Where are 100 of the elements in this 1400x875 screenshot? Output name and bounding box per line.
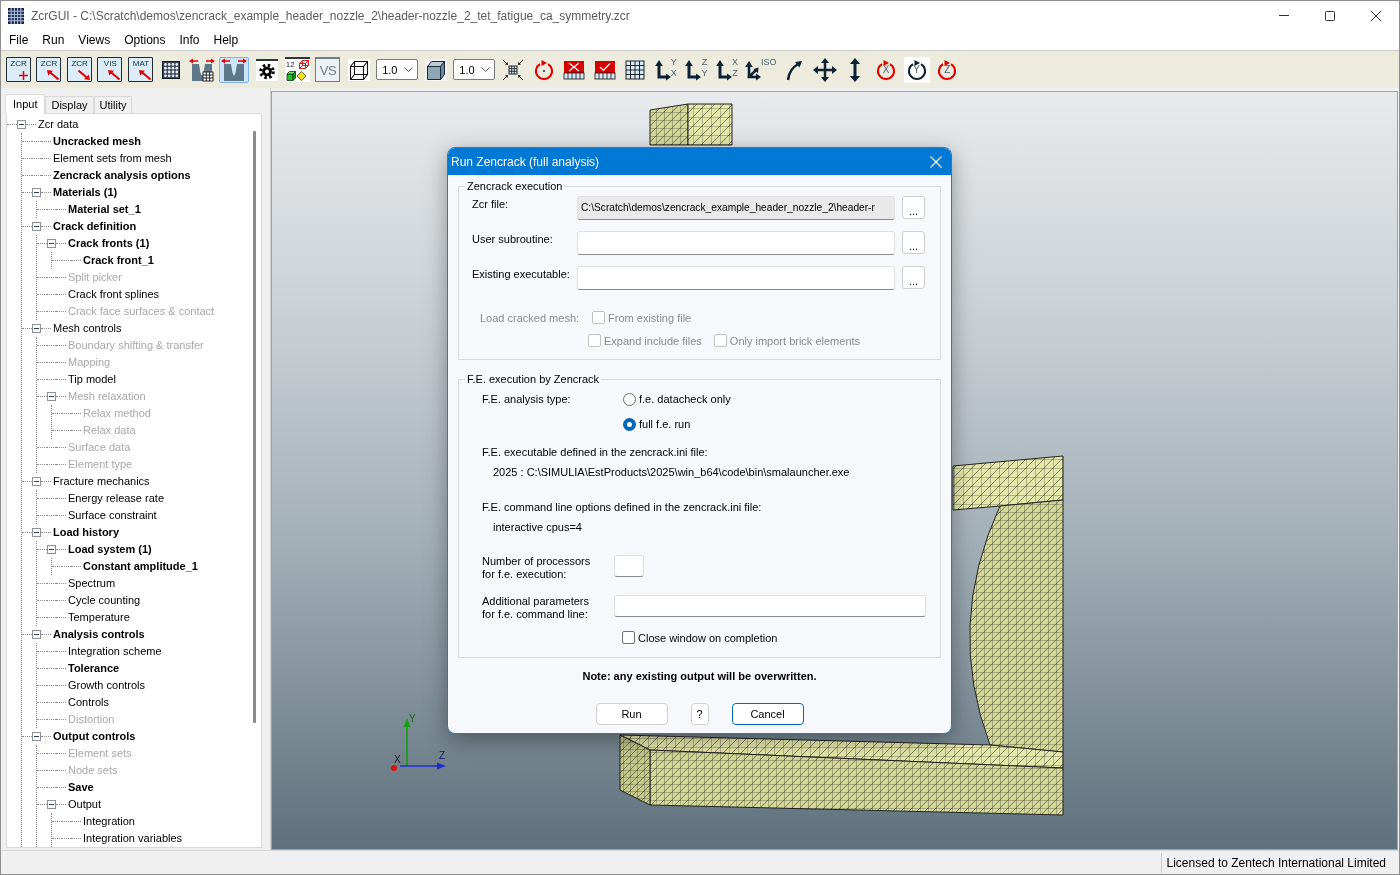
collapse-toggle[interactable]	[32, 222, 41, 231]
tree-item[interactable]: Growth controls	[66, 678, 148, 693]
rotate-axis-button[interactable]: Y	[903, 56, 930, 83]
nozzle-button[interactable]	[219, 56, 250, 83]
tab[interactable]: Display	[45, 96, 94, 114]
collapse-toggle[interactable]	[32, 188, 41, 197]
tree-item[interactable]: Controls	[66, 695, 111, 710]
radio-button[interactable]	[623, 392, 636, 406]
axes-view-button[interactable]: ISO	[744, 56, 777, 83]
document-button[interactable]: MAT	[127, 57, 153, 82]
tree-item[interactable]: Crack fronts (1)	[66, 236, 152, 251]
tree-item[interactable]: Cycle counting	[66, 593, 143, 608]
tree-item[interactable]: Constant amplitude_1	[81, 559, 200, 574]
dialog-button[interactable]: Run	[595, 703, 668, 725]
text-field[interactable]	[577, 231, 895, 255]
dialog-title: Run Zencrack (full analysis)	[451, 154, 600, 169]
value-dropdown[interactable]: 1.0	[376, 59, 419, 80]
tree-item[interactable]: Surface constraint	[66, 508, 159, 523]
browse-button[interactable]: ...	[902, 266, 925, 289]
axes-view-button[interactable]: Z Y	[683, 56, 710, 83]
collapse-toggle[interactable]	[32, 732, 41, 741]
menu-item[interactable]: Run	[35, 30, 72, 50]
collapse-toggle[interactable]	[32, 477, 41, 486]
menu-item[interactable]: Info	[172, 30, 207, 50]
field-label: User subroutine:	[472, 232, 554, 246]
cube-button[interactable]	[345, 56, 372, 83]
rotate-axis-button[interactable]: Z	[934, 56, 961, 83]
axes-icon	[685, 58, 702, 81]
tree-item[interactable]: Zcr data	[36, 117, 81, 132]
text-tile-button[interactable]: VS	[315, 57, 341, 82]
document-button[interactable]: ZCR	[36, 57, 62, 82]
text-field[interactable]	[577, 266, 895, 290]
browse-button[interactable]: ...	[902, 231, 925, 254]
document-button[interactable]: VIS	[97, 57, 123, 82]
browse-button[interactable]: ...	[902, 196, 925, 219]
curved-arrow-icon	[785, 58, 804, 81]
nozzle-button[interactable]	[188, 56, 215, 83]
tree-item[interactable]: Mesh controls	[51, 321, 124, 336]
collapse-toggle[interactable]	[32, 324, 41, 333]
document-button[interactable]: ZCR	[5, 57, 31, 82]
tree-item[interactable]: Save	[66, 780, 96, 795]
collapse-toggle[interactable]	[32, 528, 41, 537]
axes-view-button[interactable]: X Z	[714, 56, 741, 83]
tree-item[interactable]: Integration	[81, 814, 137, 829]
tree-item[interactable]: Crack front_1	[81, 253, 156, 268]
info-value: 2025 : C:\SIMULIA\EstProducts\2025\win_b64\code\bin\smalauncher.exe	[493, 465, 850, 480]
collapse-toggle[interactable]	[47, 239, 56, 248]
dialog-button[interactable]: Cancel	[731, 703, 804, 725]
group-title: Zencrack execution	[466, 179, 564, 193]
collapse-toggle[interactable]	[47, 545, 56, 554]
tree-item[interactable]: Zencrack analysis options	[51, 168, 193, 183]
tree-item[interactable]: Spectrum	[66, 576, 118, 591]
tree-item[interactable]: Energy release rate	[66, 491, 166, 506]
tree-item[interactable]: Crack definition	[51, 219, 139, 234]
tree-item[interactable]: Tip model	[66, 372, 118, 387]
status-text: Licensed to Zentech International Limited	[1160, 852, 1386, 873]
text-field[interactable]	[614, 595, 926, 617]
tree-item[interactable]: Tolerance	[66, 661, 122, 676]
file-path-field[interactable]: C:\Scratch\demos\zencrack_example_header_nozzle_2\header-r	[577, 196, 895, 220]
tree-item[interactable]: Load system (1)	[66, 542, 154, 557]
tree-item[interactable]: Integration variables	[81, 831, 185, 846]
menu-item[interactable]: Options	[117, 30, 173, 50]
tree-item[interactable]: Fracture mechanics	[51, 474, 152, 489]
settings-button[interactable]	[253, 56, 280, 83]
collapse-toggle[interactable]	[32, 630, 41, 639]
move-button[interactable]	[811, 56, 838, 83]
group-title: F.E. execution by Zencrack	[466, 372, 601, 386]
value-dropdown[interactable]: 1.0	[453, 59, 496, 80]
tab[interactable]: Input	[5, 94, 46, 114]
tree-item[interactable]: Uncracked mesh	[51, 134, 144, 149]
grid-icon	[625, 59, 646, 80]
axes-view-button[interactable]: Y X	[652, 56, 679, 83]
tree-item[interactable]: Output	[66, 797, 104, 812]
tree-item[interactable]: Element sets from mesh	[51, 151, 174, 166]
axes-icon	[654, 58, 671, 81]
menu-item[interactable]: Views	[71, 30, 118, 50]
numbering-button[interactable]: 12	[284, 57, 310, 82]
checkbox[interactable]	[622, 631, 635, 644]
field-label: Additional parameters for f.e. command line:	[482, 595, 590, 621]
tree-item[interactable]: Crack front splines	[66, 287, 162, 302]
tab[interactable]: Utility	[93, 96, 133, 114]
collapse-toggle[interactable]	[47, 800, 56, 809]
rotate-axis-button[interactable]: X	[873, 56, 900, 83]
tree-item[interactable]: Analysis controls	[51, 627, 147, 642]
tree-item[interactable]: Integration scheme	[66, 644, 164, 659]
menu-item[interactable]: Help	[206, 30, 246, 50]
tree-item[interactable]: Load history	[51, 525, 121, 540]
tree-item[interactable]: Materials (1)	[51, 185, 120, 200]
document-button[interactable]: ZCR	[66, 57, 92, 82]
cube-button[interactable]	[422, 56, 449, 83]
tree-item[interactable]: Material set_1	[66, 202, 143, 217]
number-field[interactable]	[614, 555, 644, 577]
tree-item[interactable]: Temperature	[66, 610, 132, 625]
menu-item[interactable]: File	[2, 30, 36, 50]
collapse-toggle[interactable]	[17, 120, 26, 129]
dialog-button[interactable]: ?	[690, 703, 709, 725]
tree-item[interactable]: Output controls	[51, 729, 138, 744]
radio-button[interactable]	[623, 417, 636, 431]
scrollbar-thumb[interactable]	[253, 131, 256, 723]
vertical-arrow-icon	[849, 57, 862, 82]
